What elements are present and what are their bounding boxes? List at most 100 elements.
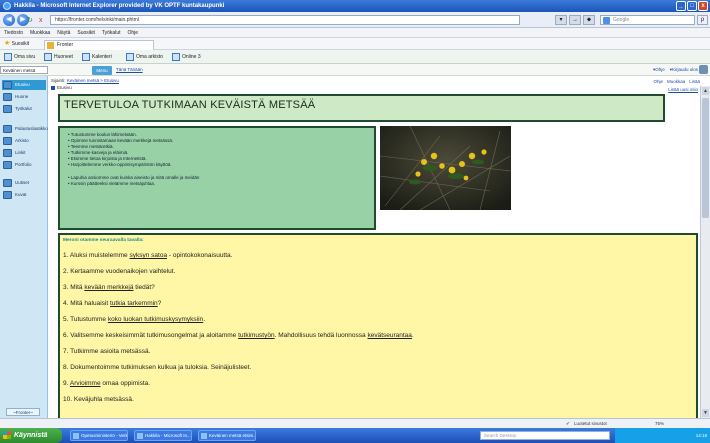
minimize-button[interactable]: _ [676,1,686,11]
search-button[interactable]: ρ [697,15,708,25]
task-item-6: 6. Valitsemme keskeisimmät tutkimusongel… [63,332,414,339]
news-icon [3,179,12,187]
window-titlebar: Hakkila - Microsoft Internet Explorer pr… [0,0,710,12]
task-item-10: 10. Keväjuhla metsässä. [63,396,134,403]
add-section-link[interactable]: Lisää uusi osio [668,87,698,92]
page-edit-link[interactable]: Muokkaa [667,79,685,84]
maximize-button[interactable]: □ [687,1,697,11]
sidebar-item-links[interactable]: Linkit [2,148,46,158]
task-link[interactable]: kevään merkkejä [84,284,133,291]
sidebar-item-room[interactable]: Huone [2,92,46,102]
task-number: 3. [63,284,69,291]
menu-file[interactable]: Tiedosto [4,28,23,37]
tool-archive[interactable]: Oma arkisto [126,53,163,61]
sidebar-item-home[interactable]: Etusivu [2,80,46,90]
sidebar-item-label: Portfolio [15,162,32,167]
sidebar-item-tools[interactable]: Työkalut [2,104,46,114]
page-icon [47,42,54,49]
close-button[interactable]: x [698,1,708,11]
sidebar-item-news[interactable]: Uutiset [2,178,46,188]
vertical-scrollbar[interactable]: ▲ ▼ [700,86,710,418]
scroll-thumb[interactable] [702,98,709,218]
status-bar: Luotetut sivustot 75% [0,418,710,429]
breadcrumb-path[interactable]: Keväinen metsä > Etusivu [67,78,119,83]
go-icon[interactable]: → [569,15,581,25]
page-add-link[interactable]: Lisää [689,79,700,84]
home-icon [4,53,12,61]
menu-edit[interactable]: Muokkaa [30,28,50,37]
menu-bar: Tiedosto Muokkaa Näytä Suosikit Työkalut… [0,28,710,38]
menu-help[interactable]: Ohje [128,28,139,37]
scroll-up-button[interactable]: ▲ [702,87,709,95]
address-input[interactable]: ↻ x https://fronter.com/helsinki/main.ph… [27,15,520,25]
task-text: Valitsemme keskeisimmät tutkimusongelmat… [70,332,239,339]
home-icon [3,81,12,89]
favorites-button[interactable]: ★ Suosikit [4,38,29,50]
people-icon [3,93,12,101]
live-search-input[interactable]: Google [600,15,695,25]
room-select[interactable]: Keväinen metsä [0,66,48,74]
menu-view[interactable]: Näytä [57,28,70,37]
inbox-icon [3,125,12,133]
photo-illustration [380,126,511,210]
task-link[interactable]: koko luokan tutkimuskysymyksiin [108,316,203,323]
room-nav: Keväinen metsä Menu Tänä Tänään ▾Ohje ▾K… [0,64,710,76]
sidebar-item-images[interactable]: Kuvat [2,190,46,200]
desktop-search-input[interactable]: Search Desktop [480,431,610,440]
feeds-icon[interactable]: ⬥ [583,15,595,25]
page-actions: Ohje Muokkaa Lisää [653,79,700,84]
sidebar-item-portfolio[interactable]: Portfolio [2,160,46,170]
spring-flowers-photo [380,126,511,210]
task-text: . [203,316,205,323]
live-search-placeholder: Google [613,17,630,23]
intro-list-1: Tutustumme koulun lähimetsään. Opimme tu… [68,132,173,168]
refresh-icon[interactable]: ↻ [27,16,33,25]
today-link[interactable]: Tänä Tänään [116,67,143,72]
menu-favorites[interactable]: Suosikit [77,28,95,37]
intro-list-2: Lapuhia ansiomme ovat kuinka aineisto ja… [68,175,200,187]
page-title: TERVETULOA TUTKIMAAN KEVÄISTÄ METSÄÄ [64,99,316,111]
tab-title: Fronter [57,42,74,48]
task-link[interactable]: kevätseurantaa [367,332,411,339]
task-link[interactable]: tutkimustyön [238,332,275,339]
taskbar-button[interactable]: Opetusministeriö - Verkk... [70,430,128,441]
tool-own-page[interactable]: Oma sivu [4,53,35,61]
task-link[interactable]: Arvioimme [70,380,101,387]
archive-icon [126,53,134,61]
menu-button[interactable]: Menu [92,66,112,75]
back-button[interactable]: ◀ [3,14,15,26]
tool-label: Oma arkisto [136,54,163,60]
system-tray: 14:19 [615,428,710,443]
task-number: 9. [63,380,69,387]
scroll-down-button[interactable]: ▼ [702,409,709,417]
page-help-link[interactable]: Ohje [653,79,663,84]
taskbar-button[interactable]: Hakkila - Microsoft In... [134,430,192,441]
menu-tools[interactable]: Työkalut [102,28,121,37]
task-item-2: 2. Kertaamme vuodenaikojen vaihtelut. [63,268,175,275]
sidebar-item-archive[interactable]: Arkisto [2,136,46,146]
fronter-logo[interactable]: ~Fronter~ [6,408,40,416]
tool-calendar[interactable]: Kalenteri [82,53,112,61]
portal-right-links: ▾Ohje ▾Kirjaudu ulos [653,67,698,73]
stop-icon[interactable]: x [39,16,43,25]
dropdown-icon[interactable]: ▾ [555,15,567,25]
task-text: Tutustumme [70,316,108,323]
logout-link[interactable]: ▾Kirjaudu ulos [670,67,698,73]
task-text: - opintokokonaisuutta. [167,252,233,259]
sidebar-item-dropbox[interactable]: Palautuslaatikko [2,124,48,134]
browser-tab[interactable]: Fronter [44,40,154,50]
help-link[interactable]: ▾Ohje [653,67,665,73]
task-item-7: 7. Tutkimme asioita metsässä. [63,348,150,355]
settings-icon[interactable] [699,65,708,74]
tool-rooms[interactable]: Huoneet [44,53,73,61]
task-text: tiedät? [133,284,155,291]
task-number: 1. [63,252,69,259]
google-icon [603,17,610,24]
tool-online[interactable]: Online 3 [172,53,201,61]
taskbar-button[interactable]: Keväinen metsä etsim... [198,430,256,441]
sidebar: Etusivu Huone Työkalut Palautuslaatikko … [0,76,48,418]
task-link[interactable]: tutkia tarkemmin [110,300,158,307]
start-button[interactable]: Käynnistä [0,428,62,443]
task-link[interactable]: syksyn satoa [129,252,167,259]
window-controls: _ □ x [676,1,708,11]
